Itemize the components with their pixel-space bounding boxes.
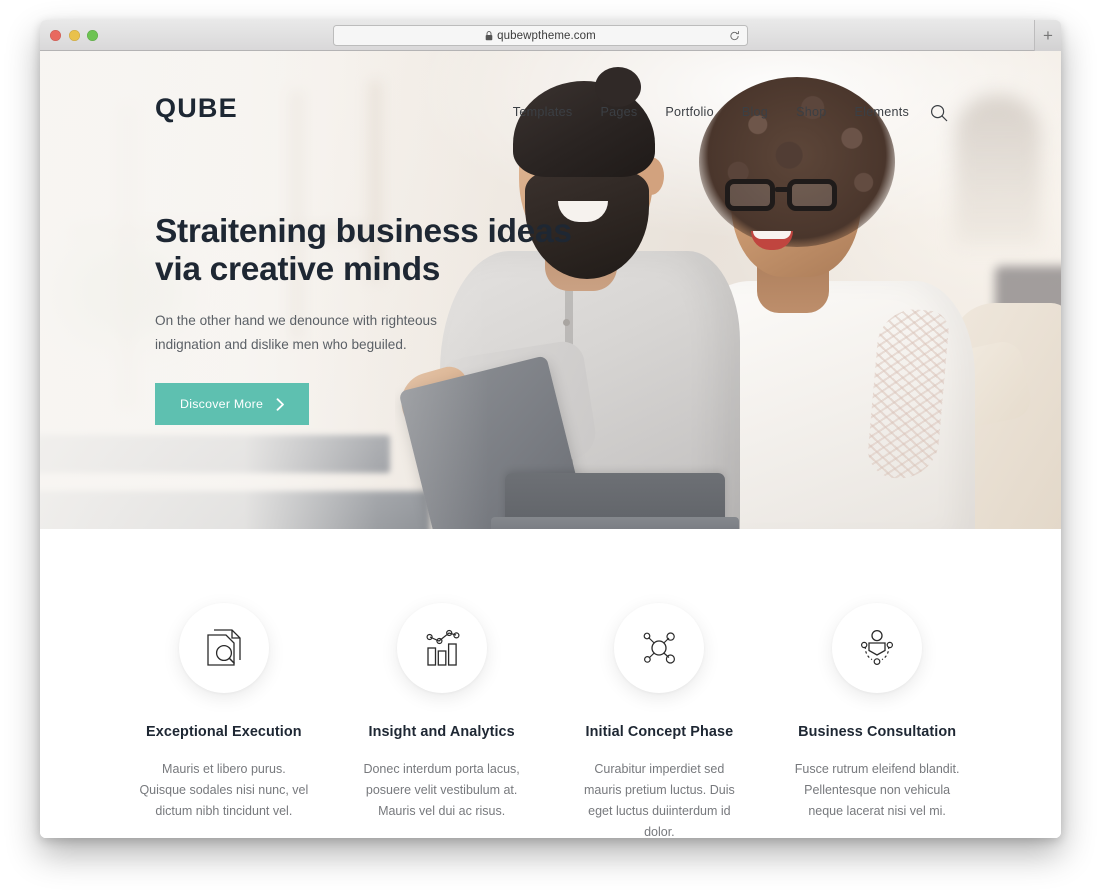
glasses-lens-left (725, 179, 775, 211)
hero-section: QUBE Templates Pages Portfolio Blog Shop… (40, 51, 1061, 529)
hero-title-line-2: via creative minds (155, 251, 441, 288)
site-header: QUBE Templates Pages Portfolio Blog Shop… (40, 51, 1061, 123)
feature-description: Mauris et libero purus. Quisque sodales … (139, 762, 309, 818)
nav-item-pages[interactable]: Pages (600, 105, 637, 119)
nav-item-templates[interactable]: Templates (513, 105, 573, 119)
document-search-icon (178, 603, 269, 693)
feature-description: Fusce rutrum eleifend blandit. Pellentes… (794, 762, 960, 818)
new-tab-button[interactable]: + (1034, 20, 1061, 51)
consultation-person-icon (832, 603, 923, 693)
feature-title: Business Consultation (798, 724, 957, 740)
discover-more-label: Discover More (180, 397, 264, 411)
site-logo[interactable]: QUBE (155, 93, 238, 124)
address-bar-content: qubewptheme.com (485, 30, 596, 42)
molecule-network-icon (614, 603, 705, 693)
woman-glasses (725, 179, 853, 213)
hero-title: Straitening business ideas via creative … (155, 213, 585, 289)
features-section: Exceptional Execution Mauris et libero p… (40, 529, 1061, 838)
hero-subtitle: On the other hand we denounce with right… (155, 313, 437, 352)
foreground-furniture-slab (40, 491, 430, 529)
chevron-right-icon (276, 397, 285, 411)
nav-item-portfolio[interactable]: Portfolio (665, 105, 713, 119)
laptop-base (491, 517, 739, 529)
features-grid: Exceptional Execution Mauris et libero p… (40, 603, 1061, 838)
minimize-window-button[interactable] (68, 30, 80, 41)
maximize-window-button[interactable] (87, 30, 98, 41)
hero-title-line-1: Straitening business ideas (155, 213, 572, 250)
nav-item-elements[interactable]: Elements (855, 105, 910, 119)
window-traffic-lights (50, 30, 98, 41)
nav-item-shop[interactable]: Shop (796, 105, 826, 119)
bar-chart-analytics-icon (396, 603, 487, 693)
feature-title: Insight and Analytics (368, 724, 515, 740)
glasses-lens-right (787, 179, 837, 211)
feature-description: Donec interdum porta lacus, posuere veli… (363, 762, 520, 818)
page-viewport: QUBE Templates Pages Portfolio Blog Shop… (40, 51, 1061, 838)
hero-copy: Straitening business ideas via creative … (155, 213, 585, 425)
close-window-button[interactable] (50, 30, 61, 41)
background-person (955, 95, 1041, 245)
feature-card-initial-concept-phase: Initial Concept Phase Curabitur imperdie… (575, 603, 745, 838)
discover-more-button[interactable]: Discover More (155, 383, 310, 425)
feature-title: Exceptional Execution (146, 724, 302, 740)
reload-icon[interactable] (729, 30, 740, 41)
feature-title: Initial Concept Phase (585, 724, 734, 740)
main-navigation: Templates Pages Portfolio Blog Shop Elem… (513, 105, 909, 119)
address-bar-url: qubewptheme.com (497, 29, 596, 42)
woman-teeth (753, 231, 791, 239)
browser-title-bar: qubewptheme.com + (40, 20, 1061, 51)
foreground-furniture-slab (40, 435, 390, 473)
lock-icon (485, 30, 493, 40)
nav-item-blog[interactable]: Blog (742, 105, 768, 119)
browser-window: qubewptheme.com + QUBE Templates Pages P… (40, 20, 1061, 838)
address-bar[interactable]: qubewptheme.com (333, 25, 748, 46)
feature-card-exceptional-execution: Exceptional Execution Mauris et libero p… (139, 603, 309, 838)
search-icon[interactable] (929, 103, 949, 123)
feature-card-business-consultation: Business Consultation Fusce rutrum eleif… (792, 603, 962, 838)
feature-description: Curabitur imperdiet sed mauris pretium l… (584, 762, 735, 838)
feature-card-insight-and-analytics: Insight and Analytics Donec interdum por… (357, 603, 527, 838)
